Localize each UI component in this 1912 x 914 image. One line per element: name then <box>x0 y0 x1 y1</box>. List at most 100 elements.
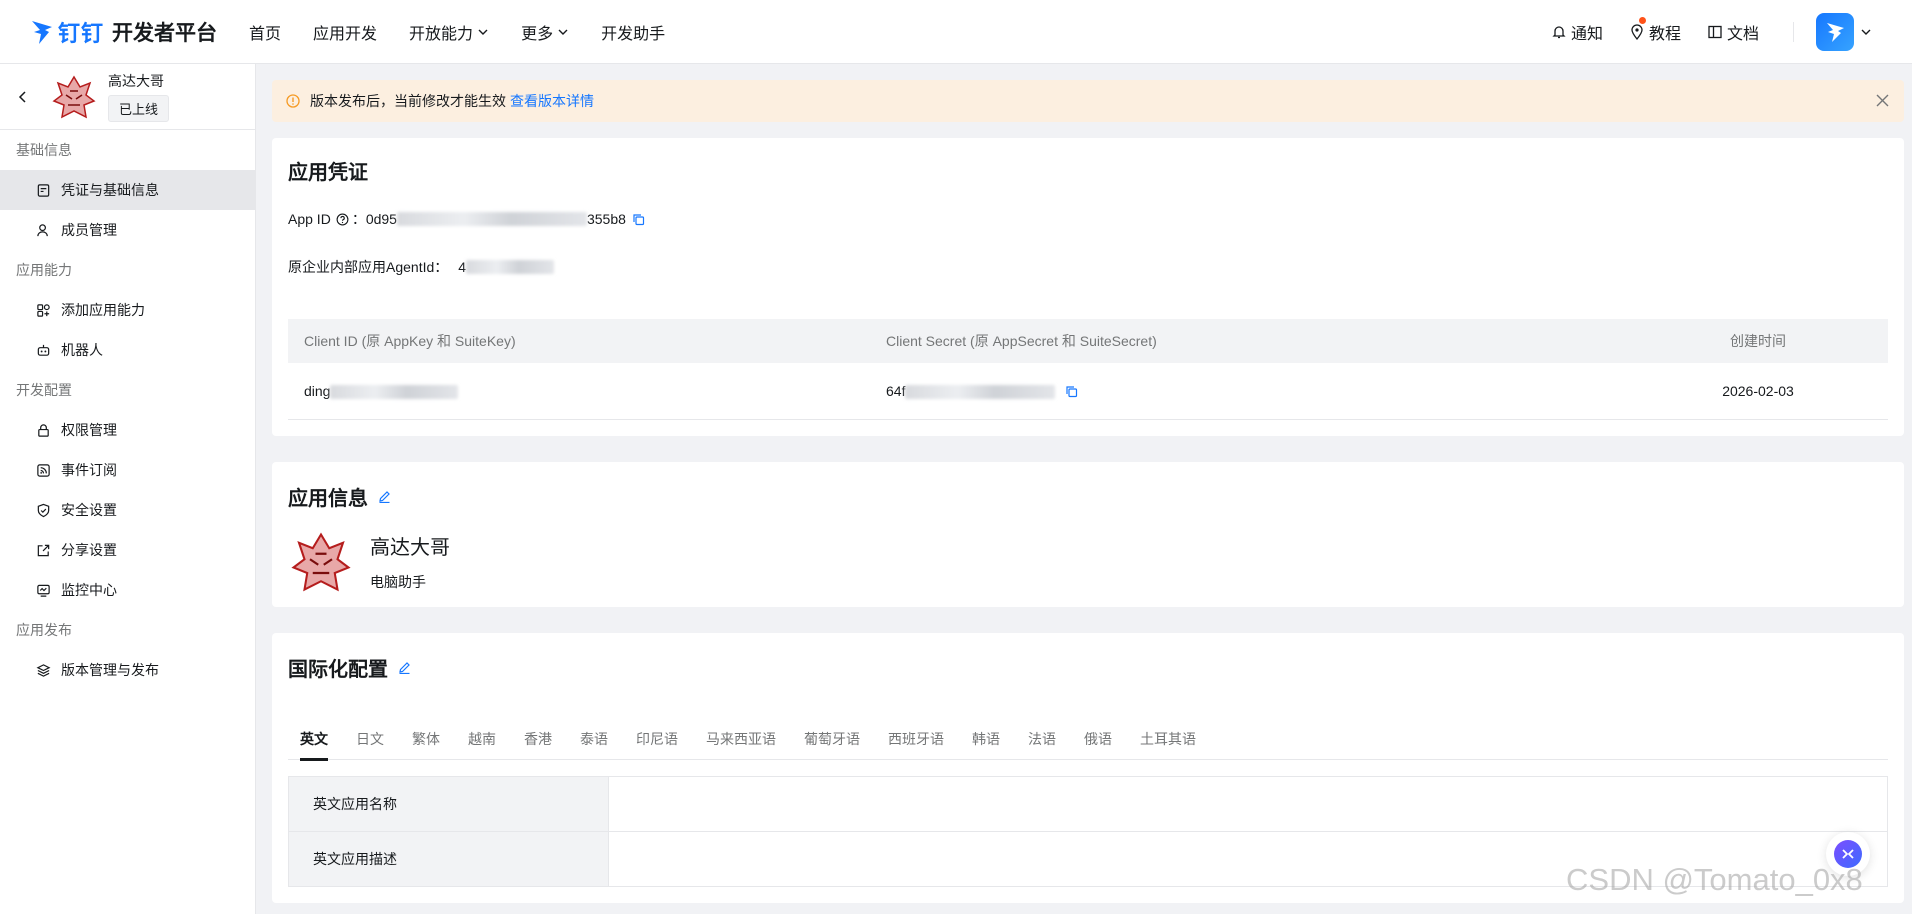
logo-text: 开发者平台 <box>112 21 218 45</box>
sidebar-app-name: 高达大哥 <box>108 73 164 89</box>
copy-icon[interactable] <box>1065 385 1078 398</box>
i18n-title: 国际化配置 <box>288 658 388 681</box>
app-name: 高达大哥 <box>370 537 450 559</box>
copy-icon[interactable] <box>632 213 645 226</box>
notification-dot <box>1638 17 1646 24</box>
tab-lang[interactable]: 越南 <box>456 718 508 760</box>
app-id-prefix: 0d95 <box>365 211 397 227</box>
table-row: ding 64f 2026-02-03 <box>288 363 1888 420</box>
sidebar-item-robot[interactable]: 机器人 <box>0 330 255 370</box>
sidebar-item-label: 机器人 <box>61 342 103 358</box>
en-name-value[interactable] <box>608 776 1888 832</box>
nav-home[interactable]: 首页 <box>249 20 281 44</box>
sidebar-item-members[interactable]: 成员管理 <box>0 210 255 250</box>
client-secret-cell: 64f <box>886 363 1628 420</box>
tab-lang[interactable]: 繁体 <box>400 718 452 760</box>
sidebar-item-label: 分享设置 <box>61 542 117 558</box>
agent-id-label: 原企业内部应用AgentId： <box>288 259 449 275</box>
tab-lang[interactable]: 日文 <box>344 718 396 760</box>
nav-open-capability[interactable]: 开放能力 <box>409 20 489 44</box>
masked-agent-id <box>466 260 555 274</box>
layers-icon <box>36 663 51 677</box>
nav-app-dev-label: 应用开发 <box>313 25 378 43</box>
logo[interactable]: 钉钉 开发者平台 <box>30 16 217 48</box>
sidebar-item-security[interactable]: 安全设置 <box>0 490 255 530</box>
app-avatar <box>50 72 98 121</box>
language-tabs: 英文 日文 繁体 越南 香港 泰语 印尼语 马来西亚语 葡萄牙语 西班牙语 韩语 法语 俄语 土耳其语 <box>288 718 1888 761</box>
col-created: 创建时间 <box>1628 319 1888 363</box>
sidebar-item-label: 权限管理 <box>61 422 117 438</box>
app-info-row: 高达大哥 电脑助手 <box>288 528 1888 595</box>
client-id-prefix: ding <box>304 382 331 399</box>
tab-lang[interactable]: 俄语 <box>1072 718 1124 760</box>
tab-lang[interactable]: 泰语 <box>568 718 620 760</box>
main-nav: 首页 应用开发 开放能力 更多 开发助手 <box>249 20 697 44</box>
tab-lang[interactable]: 马来西亚语 <box>694 718 788 760</box>
tab-lang[interactable]: 韩语 <box>960 718 1012 760</box>
lock-icon <box>38 423 49 437</box>
sidebar-item-credentials[interactable]: 凭证与基础信息 <box>0 170 255 210</box>
help-circle-icon[interactable] <box>336 213 349 226</box>
sidebar-item-label: 版本管理与发布 <box>61 662 159 678</box>
rss-icon <box>37 463 50 477</box>
group-basic-info: 基础信息 <box>16 142 72 158</box>
book-icon <box>1708 25 1722 39</box>
divider <box>1793 22 1794 42</box>
user-menu[interactable] <box>1816 13 1872 51</box>
tab-lang[interactable]: 土耳其语 <box>1128 718 1208 760</box>
app-info-title-row: 应用信息 <box>288 482 1888 511</box>
table-row: 英文应用名称 <box>288 776 1888 832</box>
nav-dev-assistant-label: 开发助手 <box>601 25 666 43</box>
logo-brand: 钉钉 <box>58 21 105 47</box>
credentials-title: 应用凭证 <box>288 162 368 184</box>
nav-more[interactable]: 更多 <box>521 20 569 44</box>
main-content: 版本发布后，当前修改才能生效 查看版本详情 应用凭证 App ID ： 0d95… <box>272 80 1904 903</box>
chevron-down-icon <box>478 29 488 35</box>
chevron-down-icon <box>558 29 568 35</box>
monitor-icon <box>37 584 50 597</box>
app-id-row: App ID ： 0d95 355b8 <box>288 209 1888 229</box>
edit-icon[interactable] <box>398 661 411 674</box>
nav-home-label: 首页 <box>249 25 282 43</box>
tab-lang[interactable]: 葡萄牙语 <box>792 718 872 760</box>
dingtalk-logo-icon <box>32 20 52 44</box>
release-alert: 版本发布后，当前修改才能生效 查看版本详情 <box>272 80 1904 122</box>
robot-icon <box>37 344 50 356</box>
agent-id-prefix: 4 <box>458 259 467 275</box>
tab-lang[interactable]: 英文 <box>288 718 340 761</box>
docs-button[interactable]: 文档 <box>1707 20 1759 44</box>
sidebar-item-monitor[interactable]: 监控中心 <box>0 570 255 610</box>
sidebar-item-label: 凭证与基础信息 <box>61 182 159 198</box>
sidebar-item-events[interactable]: 事件订阅 <box>0 450 255 490</box>
en-name-label: 英文应用名称 <box>288 776 609 832</box>
bell-icon <box>1552 26 1566 39</box>
close-icon[interactable] <box>1875 93 1890 108</box>
edit-icon[interactable] <box>378 490 391 503</box>
group-app-capability: 应用能力 <box>16 262 72 278</box>
tutorial-button[interactable]: 教程 <box>1629 17 1681 44</box>
member-icon <box>37 223 48 236</box>
colon: ： <box>351 211 366 227</box>
sidebar-item-share[interactable]: 分享设置 <box>0 530 255 570</box>
notify-button[interactable]: 通知 <box>1551 20 1603 44</box>
nav-app-dev[interactable]: 应用开发 <box>313 20 377 44</box>
nav-dev-assistant[interactable]: 开发助手 <box>601 20 665 44</box>
masked-app-id <box>396 212 587 226</box>
sidebar-item-add-capability[interactable]: 添加应用能力 <box>0 290 255 330</box>
sidebar-item-versions[interactable]: 版本管理与发布 <box>0 650 255 690</box>
client-id-cell: ding <box>288 363 886 420</box>
tab-lang[interactable]: 印尼语 <box>624 718 690 760</box>
credentials-table: Client ID (原 AppKey 和 SuiteKey) Client S… <box>288 319 1888 420</box>
top-navbar: 钉钉 开发者平台 首页 应用开发 开放能力 更多 开发助手 通知 教程 文档 <box>0 0 1912 64</box>
tab-lang[interactable]: 西班牙语 <box>876 718 956 760</box>
tab-lang[interactable]: 法语 <box>1016 718 1068 760</box>
view-version-link[interactable]: 查看版本详情 <box>510 91 594 111</box>
sidebar-item-permissions[interactable]: 权限管理 <box>0 410 255 450</box>
masked-client-id <box>330 384 459 399</box>
docs-label: 文档 <box>1726 26 1759 43</box>
nav-more-label: 更多 <box>521 25 554 43</box>
tutorial-label: 教程 <box>1648 26 1681 43</box>
back-arrow-icon[interactable] <box>16 90 30 104</box>
tab-lang[interactable]: 香港 <box>512 718 564 760</box>
watermark: CSDN @Tomato_0x8 <box>1566 862 1863 897</box>
